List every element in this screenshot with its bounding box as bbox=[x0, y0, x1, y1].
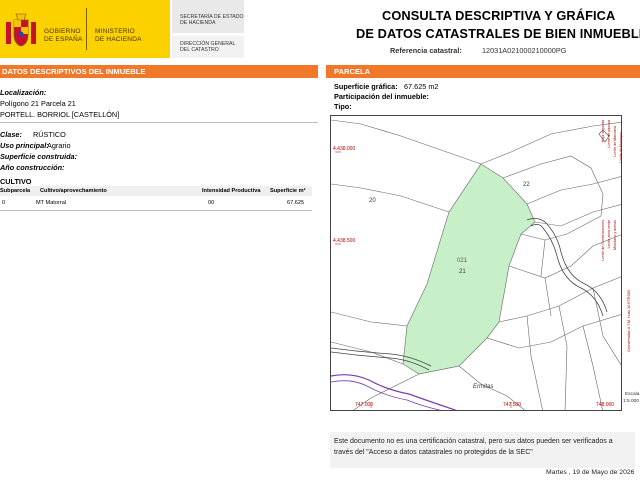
y-coord-top: 4.438.000 bbox=[333, 146, 356, 152]
col-subparcela: Subparcela bbox=[0, 188, 31, 194]
disclaimer-line2: través del "Acceso a datos catastrales n… bbox=[334, 449, 533, 456]
escala-value: 1:5.000 bbox=[623, 399, 640, 404]
footer-date: Martes , 19 de Mayo de 2026 bbox=[546, 469, 635, 476]
ministerio-text: MINISTERIO DE HACIENDA bbox=[95, 28, 142, 43]
parcel-22-label: 22 bbox=[523, 182, 530, 188]
cell-subparcela: 0 bbox=[2, 200, 6, 206]
ref-catastral-label: Referencia catastral: bbox=[390, 46, 462, 55]
localizacion-line2: PORTELL. BORRIOL [CASTELLÓN] bbox=[0, 110, 120, 119]
divider bbox=[0, 122, 318, 123]
cultivo-table-header-row: Subparcela Cultivo/aprovechamiento Inten… bbox=[0, 186, 312, 196]
page-title-line2: DE DATOS CATASTRALES DE BIEN INMUEBLE bbox=[356, 26, 640, 41]
parcel-num-label: 21 bbox=[459, 269, 466, 275]
parcel-map-drawing bbox=[331, 119, 621, 410]
ref-catastral-value: 12031A021000210000PG bbox=[482, 46, 567, 55]
legend-item: Límite de parcela bbox=[607, 120, 611, 148]
coord-note: Coordenadas U.T.M. Huso 30 ETRS89 bbox=[627, 290, 631, 352]
clase-label: Clase: bbox=[0, 130, 22, 139]
localizacion-label: Localización: bbox=[0, 88, 47, 97]
cell-cultivo: MT Matorral bbox=[36, 200, 67, 206]
participacion-label: Participación del inmueble: bbox=[334, 92, 429, 101]
ermitas-label: Ermitas bbox=[473, 384, 494, 390]
river-line bbox=[331, 374, 457, 410]
x-coord-2: 747.500 bbox=[503, 402, 522, 408]
superficie-construida-label: Superficie construida: bbox=[0, 152, 78, 161]
parcel-20-label: 20 bbox=[369, 198, 376, 204]
col-superficie: Superficie m² bbox=[270, 188, 306, 194]
uso-label: Uso principal: bbox=[0, 141, 49, 150]
secretaria-text: SECRETARÍA DE ESTADO DE HACIENDA bbox=[180, 14, 244, 27]
x-coord-1: 747.000 bbox=[355, 402, 374, 408]
ano-construccion-label: Año construcción: bbox=[0, 163, 65, 172]
legend-item: Hoja segunda bbox=[601, 120, 605, 143]
sup-grafica-label: Superficie gráfica: bbox=[334, 82, 398, 91]
col-intensidad: Intensidad Productiva bbox=[202, 188, 261, 194]
table-row: 0 MT Matorral 00 67.625 bbox=[0, 198, 312, 208]
legend-item: Limite zona verde bbox=[607, 220, 611, 249]
direccion-text: DIRECCIÓN GENERAL DEL CATASTRO bbox=[180, 41, 236, 54]
cultivo-title: CULTIVO bbox=[0, 177, 32, 186]
tipo-label: Tipo: bbox=[334, 102, 352, 111]
table-bottom-rule bbox=[0, 210, 312, 211]
datos-descriptivos-header: DATOS DESCRIPTIVOS DEL INMUEBLE bbox=[0, 65, 318, 78]
disclaimer-line1: Este documento no es una certificación c… bbox=[334, 438, 613, 445]
map-legend: Hoja segunda Límite de parcela Límite de… bbox=[601, 120, 640, 412]
coat-of-arms-icon bbox=[6, 13, 36, 47]
logo-divider bbox=[86, 8, 87, 50]
escala-label: Escala bbox=[625, 392, 640, 397]
legend-item: Límite de Construcciones bbox=[601, 220, 605, 261]
parcel-id-label: 021 bbox=[457, 258, 468, 264]
gobierno-text: GOBIERNO DE ESPAÑA bbox=[44, 28, 83, 43]
localizacion-line1: Polígono 21 Parcela 21 bbox=[0, 99, 76, 108]
legend-item: Límite de Manzana bbox=[613, 126, 617, 157]
clase-value: RÚSTICO bbox=[33, 130, 66, 139]
parcel-map[interactable]: 4.438.000 4.438.500 747.000 747.500 748.… bbox=[330, 115, 622, 411]
page-title-line1: CONSULTA DESCRIPTIVA Y GRÁFICA bbox=[382, 8, 616, 23]
y-coord-mid: 4.438.500 bbox=[333, 238, 356, 244]
col-cultivo: Cultivo/aprovechamiento bbox=[40, 188, 107, 194]
parcela-header: PARCELA bbox=[326, 65, 640, 78]
sup-grafica-value: 67.625 m2 bbox=[404, 82, 439, 91]
parcel-shape bbox=[402, 163, 536, 375]
uso-value: Agrario bbox=[47, 141, 71, 150]
legend-item: Límite de Municipio bbox=[619, 132, 623, 163]
cell-superficie: 67.625 bbox=[287, 200, 305, 206]
legend-item: Mobiliario y aceras bbox=[613, 220, 617, 250]
cell-intensidad: 00 bbox=[208, 200, 215, 206]
